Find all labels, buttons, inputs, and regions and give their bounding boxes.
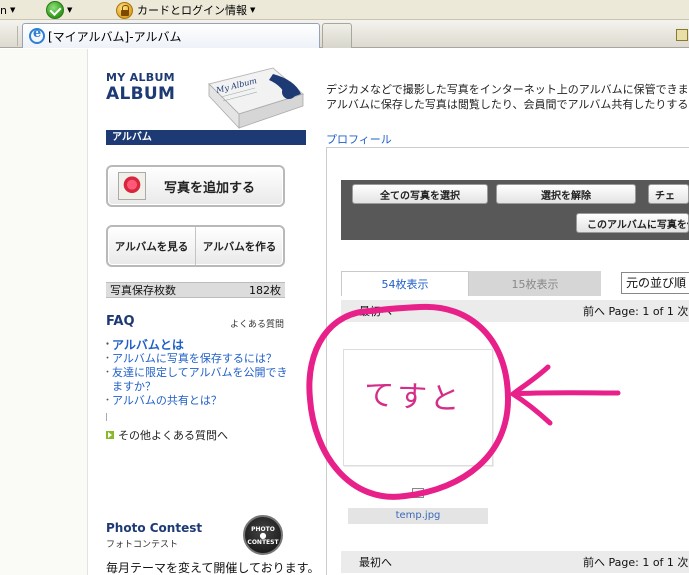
arrow-bullet-icon xyxy=(106,431,114,439)
toolbar-left-label: n xyxy=(0,3,7,17)
photo-count-row: 写真保存枚数 182枚 xyxy=(106,282,285,298)
photo-thumbnail[interactable]: てすと xyxy=(343,349,493,466)
photo-count-label: 写真保存枚数 xyxy=(110,284,176,297)
create-album-button[interactable]: アルバムを作る xyxy=(195,227,283,265)
deselect-button[interactable]: 選択を解除 xyxy=(496,184,636,204)
page: MY ALBUM ALBUM My Album アルバム 写真を追加する アルバ… xyxy=(0,49,689,575)
faq-title: FAQ xyxy=(106,314,135,329)
contest-description: 毎月テーマを変えて開催しております。 xyxy=(106,561,320,575)
photo-action-panel: 全ての写真を選択 選択を解除 チェ このアルバムに写真を保 xyxy=(341,180,689,240)
save-to-album-button[interactable]: このアルバムに写真を保 xyxy=(576,213,689,233)
faq-link-friends-only[interactable]: 友達に限定してアルバムを公開できますか？ xyxy=(103,366,290,394)
brand-small: MY ALBUM xyxy=(106,71,175,84)
tab-show-54[interactable]: 54枚表示 xyxy=(341,271,469,296)
section-bar-album: アルバム xyxy=(106,130,306,145)
photo-filename[interactable]: temp.jpg xyxy=(348,508,488,524)
select-all-button[interactable]: 全ての写真を選択 xyxy=(352,184,488,204)
pager-first-link[interactable]: 最初へ xyxy=(359,554,392,570)
add-photo-button[interactable]: 写真を追加する xyxy=(106,165,285,207)
faq-list: アルバムとは アルバムに写真を保存するには？ 友達に限定してアルバムを公開できま… xyxy=(103,338,290,408)
tab-title: [マイアルバム]-アルバム xyxy=(48,29,182,44)
browser-tab-bar: [マイアルバム]-アルバム xyxy=(0,20,689,48)
card-login-label: カードとログイン情報 xyxy=(137,4,247,17)
album-cover-image: My Album xyxy=(208,67,305,130)
faq-link-what-is-album[interactable]: アルバムとは xyxy=(103,338,290,352)
contest-title: Photo Contest xyxy=(106,521,203,535)
faq-subtitle: よくある質問 xyxy=(230,320,285,330)
toolbar-menu-left[interactable]: n ▼ xyxy=(0,1,15,19)
left-margin-stripe xyxy=(0,49,88,575)
profile-link[interactable]: プロフィール xyxy=(326,131,392,147)
toolbar-card-login-button[interactable]: カードとログイン情報 ▼ xyxy=(116,1,255,19)
dropdown-arrow-icon: ▼ xyxy=(67,6,73,14)
add-photo-label: 写真を追加する xyxy=(164,180,256,196)
pager-bottom: 最初へ 前へ Page: 1 of 1 次 xyxy=(341,551,689,573)
sort-order-select[interactable]: 元の並び順 xyxy=(621,272,689,294)
pager-first-link[interactable]: 最初へ xyxy=(359,303,392,319)
brand-big: ALBUM xyxy=(106,84,176,104)
lock-icon xyxy=(116,1,133,19)
photo-checkbox-icon[interactable] xyxy=(412,488,424,498)
dropdown-arrow-icon: ▼ xyxy=(9,6,16,14)
pager-top: 最初へ 前へ Page: 1 of 1 次 xyxy=(341,300,689,322)
toolbar-check-button[interactable]: ▼ xyxy=(46,1,72,19)
view-album-button[interactable]: アルバムを見る xyxy=(108,227,195,265)
faq-link-how-to-save[interactable]: アルバムに写真を保存するには？ xyxy=(103,352,290,366)
view-tabs: 54枚表示 15枚表示 元の並び順 xyxy=(341,271,689,296)
faq-link-sharing[interactable]: アルバムの共有とは？ xyxy=(103,394,290,408)
intro-line-2: アルバムに保存した写真は閲覧したり、会員間でアルバム共有したりする xyxy=(326,98,689,111)
more-faq-label: その他よくある質問へ xyxy=(118,429,228,442)
contest-subtitle: フォトコンテスト xyxy=(106,540,179,550)
pager-info[interactable]: 前へ Page: 1 of 1 次 xyxy=(583,554,688,570)
album-button-group: アルバムを見る アルバムを作る xyxy=(106,225,285,267)
ie-page-icon xyxy=(29,26,45,44)
rose-photo-icon xyxy=(118,172,146,200)
check-icon xyxy=(46,1,64,19)
more-faq-link[interactable]: その他よくある質問へ xyxy=(106,427,228,443)
dropdown-arrow-icon: ▼ xyxy=(250,6,256,14)
browser-toolbar: n ▼ ▼ カードとログイン情報 ▼ xyxy=(0,0,689,20)
faq-divider xyxy=(106,413,107,421)
intro-text: デジカメなどで撮影した写真をインターネット上のアルバムに保管できます アルバムに… xyxy=(326,82,689,112)
pager-info[interactable]: 前へ Page: 1 of 1 次 xyxy=(583,303,688,319)
tab-show-15[interactable]: 15枚表示 xyxy=(469,271,601,296)
tab-list-stub[interactable] xyxy=(0,26,18,46)
photo-count-value: 182枚 xyxy=(249,284,281,297)
check-action-button[interactable]: チェ xyxy=(648,184,689,204)
home-icon[interactable] xyxy=(676,29,688,41)
new-tab-button[interactable] xyxy=(322,23,352,48)
tab-my-album[interactable]: [マイアルバム]-アルバム xyxy=(22,23,320,48)
photo-handwritten-text: てすと xyxy=(362,377,464,418)
intro-line-1: デジカメなどで撮影した写真をインターネット上のアルバムに保管できます xyxy=(326,83,689,96)
badge-line-2: CONTEST xyxy=(247,539,279,546)
photo-contest-badge[interactable]: PHOTO ● CONTEST xyxy=(243,515,283,555)
